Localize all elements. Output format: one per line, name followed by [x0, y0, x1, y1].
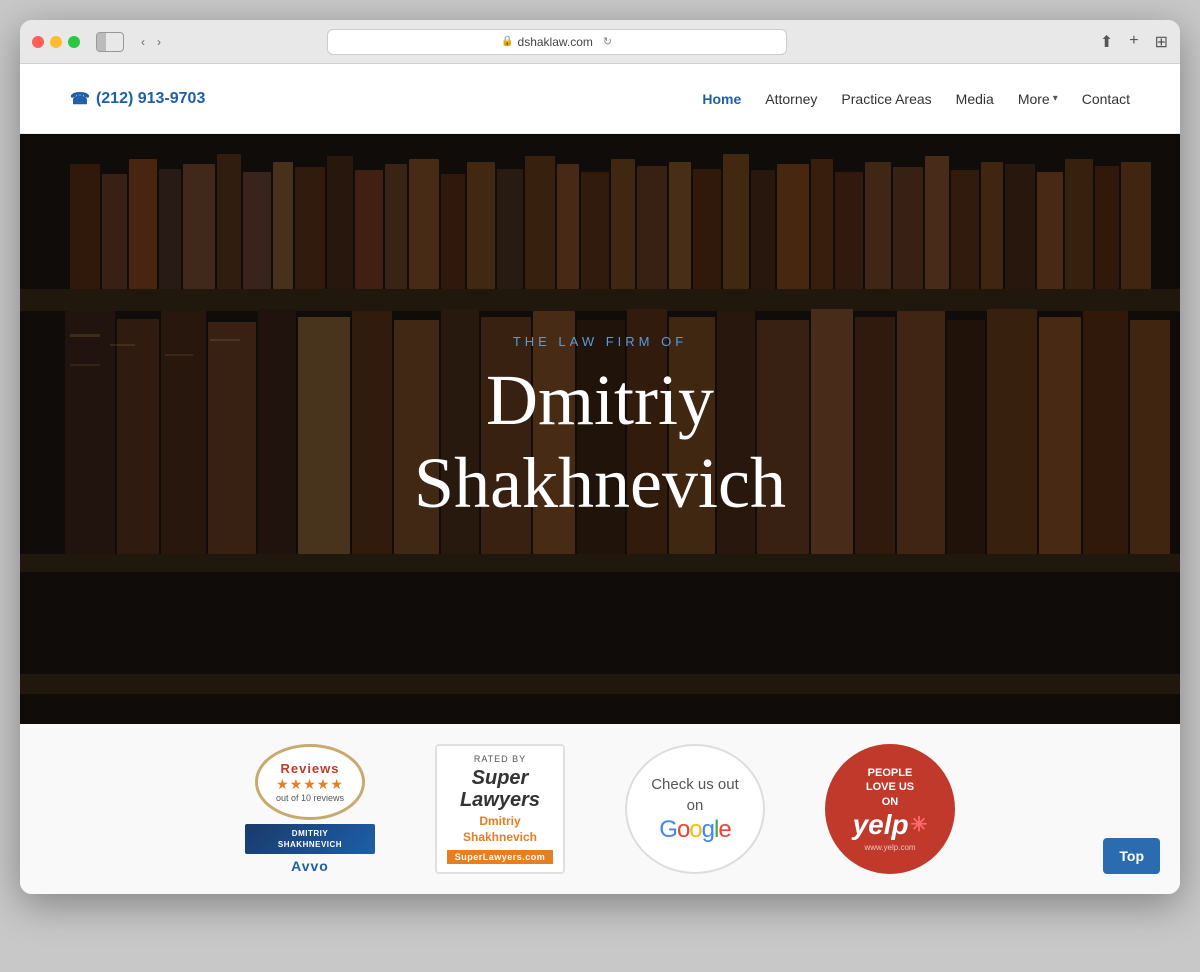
- yelp-wordmark: yelp ✳: [853, 809, 928, 841]
- site-nav: Home Attorney Practice Areas Media More …: [702, 91, 1130, 107]
- super-lawyers-content: RATED BY Super Lawyers Dmitriy Shakhnevi…: [435, 744, 565, 874]
- yelp-website: www.yelp.com: [864, 843, 915, 852]
- sl-website: SuperLawyers.com: [447, 850, 554, 864]
- lock-icon: 🔒: [501, 36, 513, 47]
- refresh-icon[interactable]: ↻: [603, 35, 612, 48]
- hero-subtitle: THE LAW FIRM OF: [513, 334, 687, 349]
- avvo-ribbon: DMITRIY SHAKHNEVICH: [245, 824, 375, 854]
- hero-title-line1: Dmitriy: [486, 360, 714, 440]
- yelp-line2: LOVE US: [866, 780, 914, 794]
- site-header: ☎ (212) 913-9703 Home Attorney Practice …: [20, 64, 1180, 134]
- yelp-line1: PEOPLE: [866, 766, 914, 780]
- yelp-badge-content: PEOPLE LOVE US ON yelp ✳ www.yelp.com: [825, 744, 955, 874]
- g-letter-4: g: [702, 816, 714, 843]
- browser-titlebar: ‹ › 🔒 dshaklaw.com ↻ ⬆ + ⊞: [20, 20, 1180, 64]
- nav-more-dropdown[interactable]: More ▾: [1018, 91, 1058, 107]
- address-bar[interactable]: 🔒 dshaklaw.com ↻: [327, 29, 787, 55]
- sidebar-toggle-button[interactable]: [96, 32, 124, 52]
- avvo-circle: Reviews ★★★★★ out of 10 reviews: [255, 744, 365, 820]
- super-lawyers-badge[interactable]: RATED BY Super Lawyers Dmitriy Shakhnevi…: [435, 744, 565, 874]
- yelp-line3: ON: [866, 795, 914, 809]
- yelp-badge[interactable]: PEOPLE LOVE US ON yelp ✳ www.yelp.com: [825, 744, 955, 874]
- tabs-icon[interactable]: ⊞: [1155, 32, 1168, 52]
- g-letter-3: o: [689, 816, 701, 843]
- google-line1: Check us out: [651, 774, 739, 795]
- google-badge-content: Check us out on Google: [625, 744, 765, 874]
- yelp-text: yelp: [853, 809, 909, 841]
- chevron-down-icon: ▾: [1053, 93, 1058, 104]
- hero-content: THE LAW FIRM OF Dmitriy Shakhnevich: [20, 134, 1180, 724]
- browser-window: ‹ › 🔒 dshaklaw.com ↻ ⬆ + ⊞ ☎ (212) 913-9…: [20, 20, 1180, 894]
- phone-number: ☎ (212) 913-9703: [70, 89, 205, 109]
- phone-text[interactable]: (212) 913-9703: [96, 90, 205, 108]
- nav-home[interactable]: Home: [702, 91, 741, 107]
- avvo-badge[interactable]: Reviews ★★★★★ out of 10 reviews DMITRIY …: [245, 744, 375, 874]
- url-text: dshaklaw.com: [518, 35, 593, 49]
- browser-actions: ⬆ + ⊞: [1100, 32, 1168, 52]
- badges-row: Reviews ★★★★★ out of 10 reviews DMITRIY …: [20, 724, 1180, 894]
- avvo-wordmark: Avvo: [291, 858, 329, 874]
- google-line2: on: [651, 795, 739, 816]
- forward-button[interactable]: ›: [152, 35, 166, 49]
- top-button[interactable]: Top: [1103, 838, 1160, 874]
- g-letter-2: o: [677, 816, 689, 843]
- nav-practice-areas[interactable]: Practice Areas: [841, 91, 931, 107]
- hero-section: THE LAW FIRM OF Dmitriy Shakhnevich: [20, 134, 1180, 724]
- g-letter-6: e: [718, 816, 730, 843]
- new-tab-icon[interactable]: +: [1129, 32, 1138, 52]
- google-wordmark: Google: [659, 816, 730, 844]
- nav-media[interactable]: Media: [956, 91, 994, 107]
- avvo-stars: ★★★★★: [276, 776, 344, 793]
- dot-close[interactable]: [32, 36, 44, 48]
- dot-minimize[interactable]: [50, 36, 62, 48]
- browser-dots: [32, 36, 80, 48]
- nav-more-label: More: [1018, 91, 1050, 107]
- share-icon[interactable]: ⬆: [1100, 32, 1113, 52]
- yelp-burst-icon: ✳: [911, 812, 928, 837]
- google-check-text: Check us out on: [651, 774, 739, 816]
- dot-maximize[interactable]: [68, 36, 80, 48]
- yelp-people-love: PEOPLE LOVE US ON: [866, 766, 914, 809]
- nav-contact[interactable]: Contact: [1082, 91, 1130, 107]
- avvo-count: out of 10 reviews: [276, 793, 344, 803]
- hero-title: Dmitriy Shakhnevich: [414, 359, 786, 525]
- sl-title: Super Lawyers: [447, 767, 553, 811]
- sl-rated-by: RATED BY: [474, 754, 526, 764]
- browser-nav-buttons: ‹ ›: [136, 35, 166, 49]
- avvo-reviews-label: Reviews: [280, 761, 339, 776]
- website-content: ☎ (212) 913-9703 Home Attorney Practice …: [20, 64, 1180, 894]
- sl-name: Dmitriy Shakhnevich: [447, 814, 553, 845]
- hero-title-line2: Shakhnevich: [414, 443, 786, 523]
- google-badge[interactable]: Check us out on Google: [625, 744, 765, 874]
- back-button[interactable]: ‹: [136, 35, 150, 49]
- g-letter-1: G: [659, 816, 677, 843]
- nav-attorney[interactable]: Attorney: [765, 91, 817, 107]
- avvo-badge-content: Reviews ★★★★★ out of 10 reviews DMITRIY …: [245, 744, 375, 874]
- phone-icon: ☎: [70, 89, 90, 109]
